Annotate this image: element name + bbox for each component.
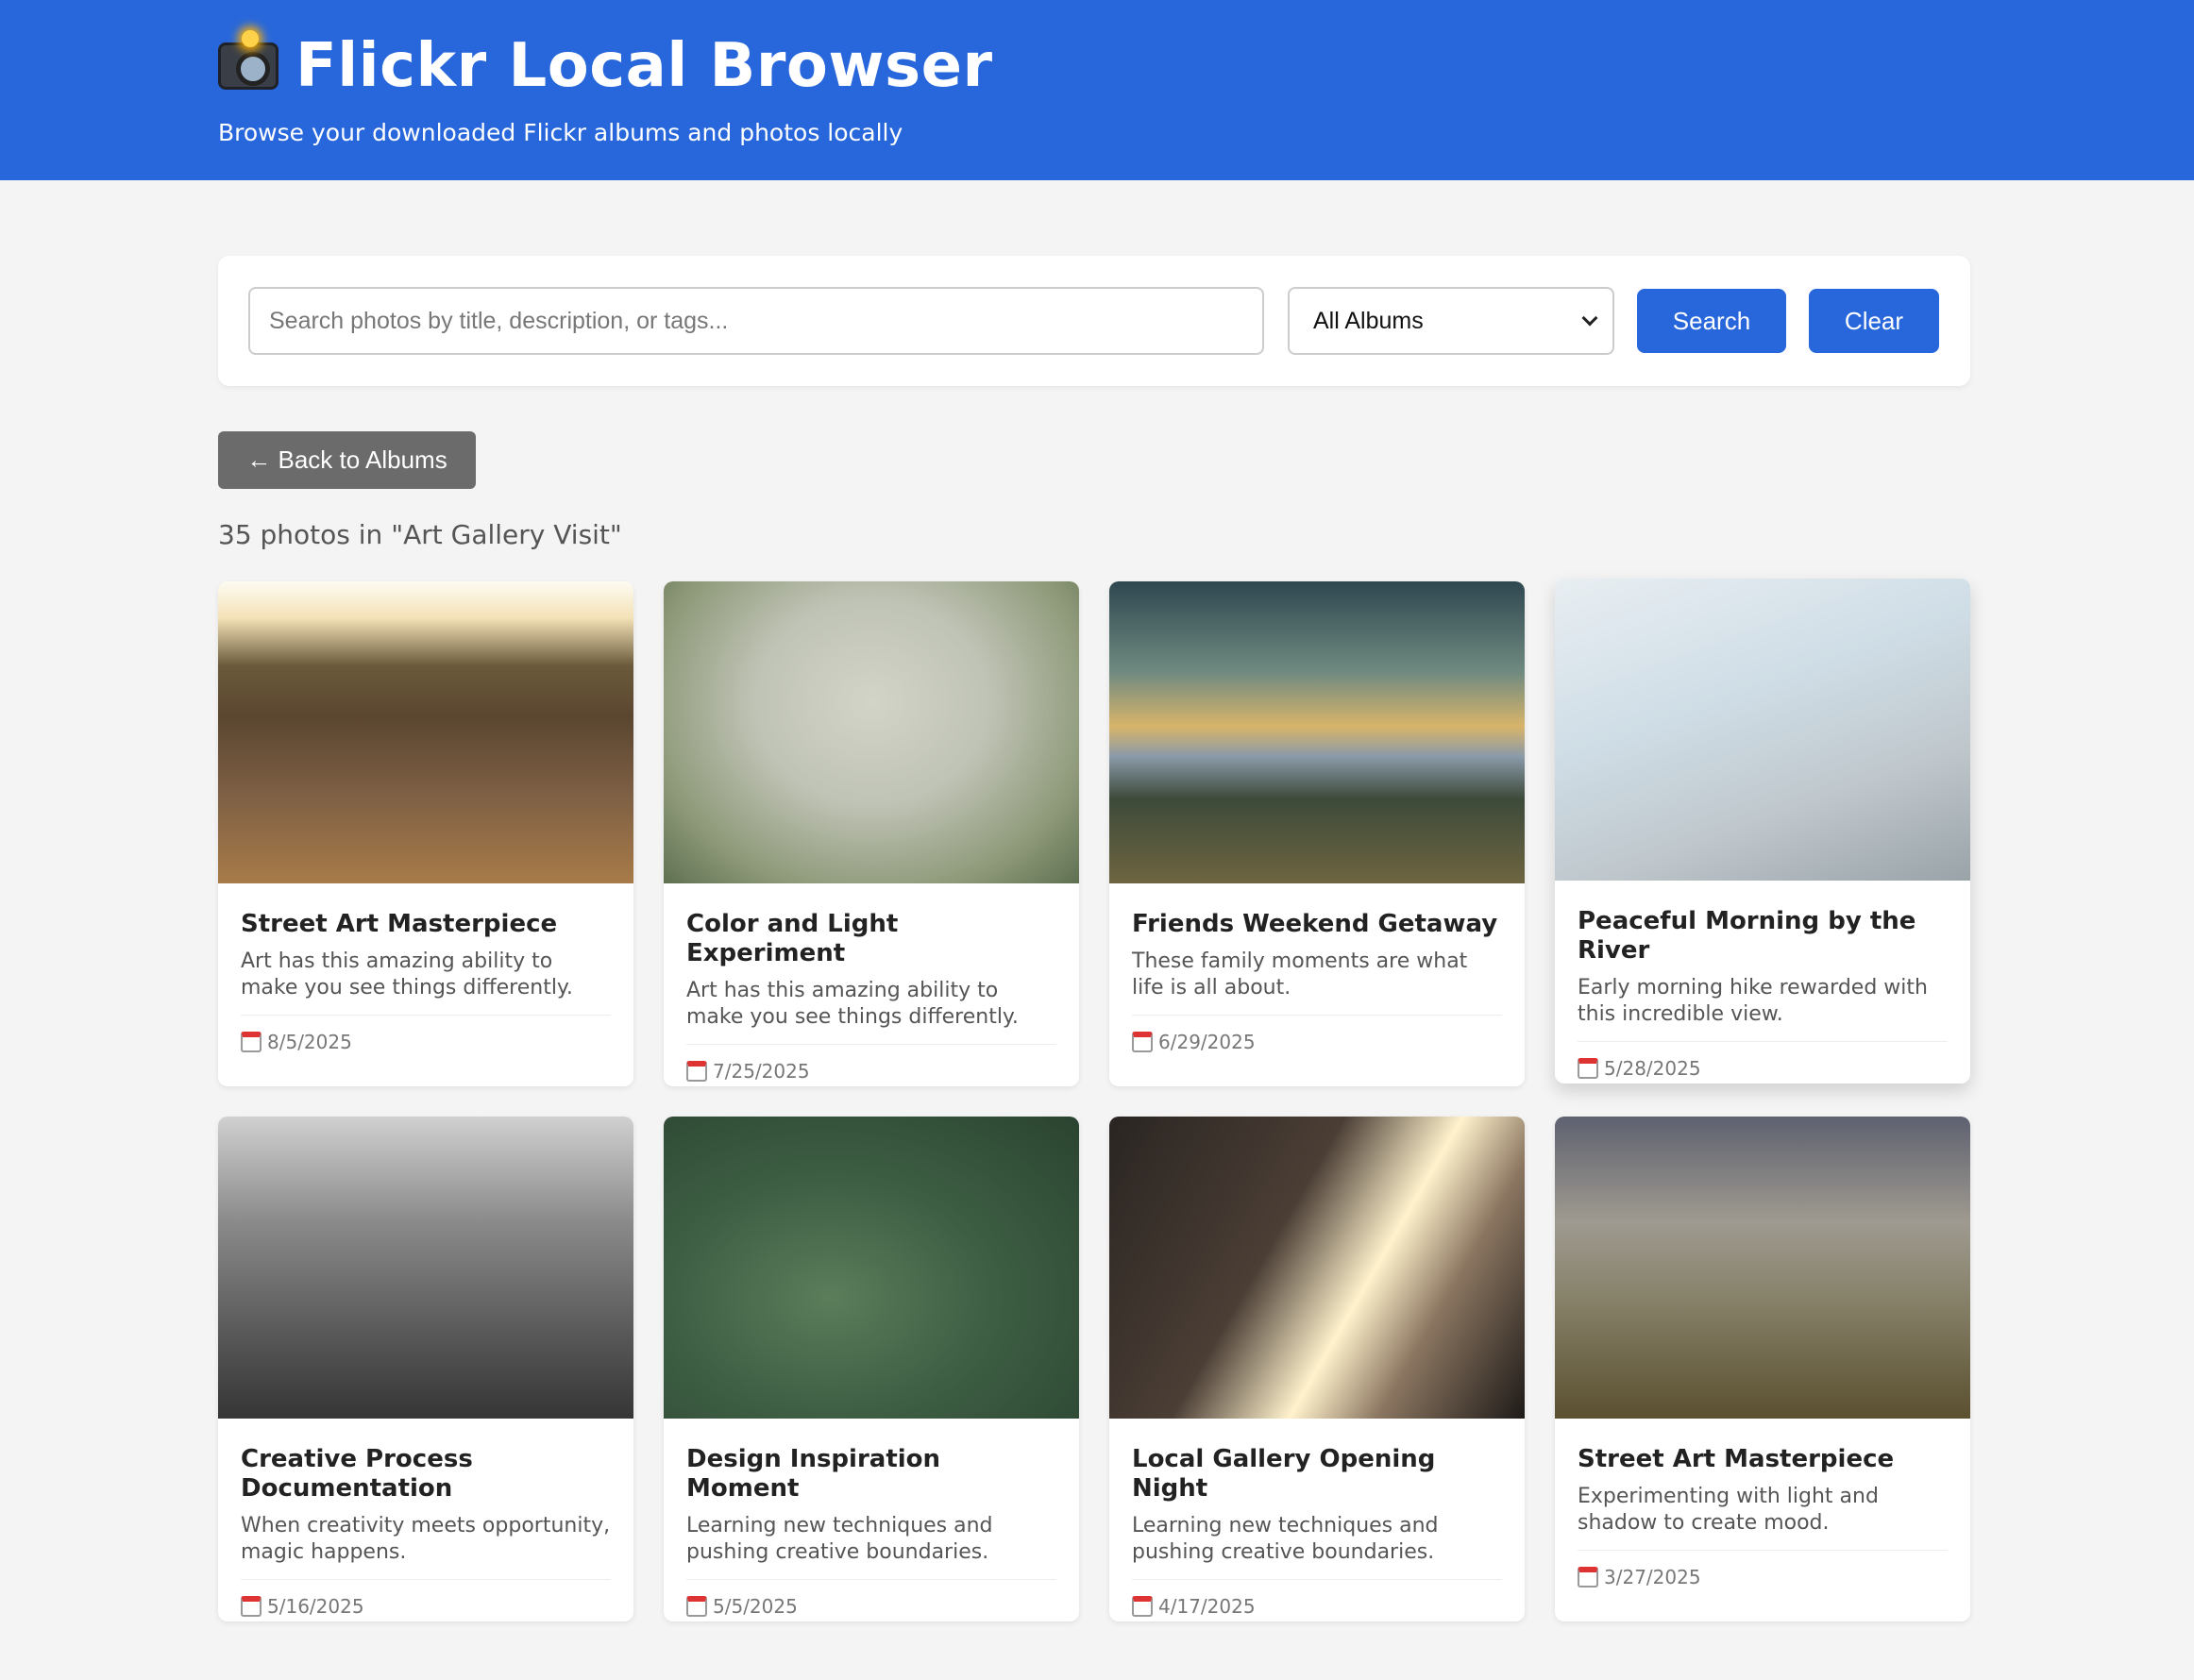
photo-title: Design Inspiration Moment xyxy=(686,1445,941,1503)
photo-date-text: 4/17/2025 xyxy=(1158,1595,1256,1618)
photo-title: Local Gallery Opening Night xyxy=(1132,1445,1436,1503)
photo-description: Learning new techniques and pushing crea… xyxy=(686,1513,1056,1580)
photo-description: Art has this amazing ability to make you… xyxy=(686,978,1056,1045)
photo-date: 5/28/2025 xyxy=(1578,1057,1948,1080)
photo-thumbnail[interactable] xyxy=(664,1117,1079,1419)
photo-card[interactable]: Design Inspiration Moment Learning new t… xyxy=(664,1117,1079,1621)
back-to-albums-button[interactable]: ← Back to Albums xyxy=(218,431,476,489)
photo-count-summary: 35 photos in "Art Gallery Visit" xyxy=(218,519,622,550)
calendar-icon xyxy=(1132,1596,1153,1617)
album-select-value: All Albums xyxy=(1313,307,1424,334)
photo-card[interactable]: Friends Weekend Getaway These family mom… xyxy=(1109,581,1525,1086)
calendar-icon xyxy=(1132,1032,1153,1052)
app-header: Flickr Local Browser Browse your downloa… xyxy=(0,0,2194,180)
photo-thumbnail[interactable] xyxy=(1555,579,1970,881)
app-title: Flickr Local Browser xyxy=(295,31,993,101)
calendar-icon xyxy=(1578,1058,1598,1079)
photo-date: 5/16/2025 xyxy=(241,1595,611,1618)
photo-date: 4/17/2025 xyxy=(1132,1595,1502,1618)
photo-card[interactable]: Street Art Masterpiece Art has this amaz… xyxy=(218,581,633,1086)
photo-date-text: 6/29/2025 xyxy=(1158,1031,1256,1053)
search-button[interactable]: Search xyxy=(1637,289,1786,353)
main-content: All Albums Search Clear ← Back to Albums… xyxy=(218,256,1970,1621)
photo-date: 7/25/2025 xyxy=(686,1060,1056,1083)
photo-date-text: 5/28/2025 xyxy=(1604,1057,1701,1080)
photo-description: When creativity meets opportunity, magic… xyxy=(241,1513,611,1580)
photo-title: Color and Light Experiment xyxy=(686,910,899,967)
album-select[interactable]: All Albums xyxy=(1288,287,1614,355)
calendar-icon xyxy=(241,1032,262,1052)
photo-grid: Street Art Masterpiece Art has this amaz… xyxy=(218,579,1970,1621)
photo-card[interactable]: Color and Light Experiment Art has this … xyxy=(664,581,1079,1086)
photo-card[interactable]: Local Gallery Opening Night Learning new… xyxy=(1109,1117,1525,1621)
photo-thumbnail[interactable] xyxy=(218,581,633,883)
photo-card[interactable]: Street Art Masterpiece Experimenting wit… xyxy=(1555,1117,1970,1621)
photo-description: Early morning hike rewarded with this in… xyxy=(1578,975,1948,1042)
photo-date-text: 7/25/2025 xyxy=(713,1060,810,1083)
photo-date-text: 8/5/2025 xyxy=(267,1031,352,1053)
chevron-down-icon xyxy=(1581,310,1598,327)
photo-thumbnail[interactable] xyxy=(1555,1117,1970,1419)
photo-card[interactable]: Peaceful Morning by the River Early morn… xyxy=(1555,579,1970,1084)
photo-date: 6/29/2025 xyxy=(1132,1031,1502,1053)
search-panel: All Albums Search Clear xyxy=(218,256,1970,386)
photo-date-text: 5/16/2025 xyxy=(267,1595,364,1618)
photo-date-text: 5/5/2025 xyxy=(713,1595,798,1618)
search-input[interactable] xyxy=(248,287,1264,355)
clear-button[interactable]: Clear xyxy=(1809,289,1939,353)
photo-title: Street Art Masterpiece xyxy=(241,910,558,938)
photo-title: Street Art Masterpiece xyxy=(1578,1445,1895,1473)
photo-description: Experimenting with light and shadow to c… xyxy=(1578,1484,1948,1551)
photo-thumbnail[interactable] xyxy=(218,1117,633,1419)
photo-thumbnail[interactable] xyxy=(1109,1117,1525,1419)
photo-title: Friends Weekend Getaway xyxy=(1132,910,1498,938)
calendar-icon xyxy=(241,1596,262,1617)
photo-description: Art has this amazing ability to make you… xyxy=(241,949,611,1016)
calendar-icon xyxy=(686,1596,707,1617)
photo-thumbnail[interactable] xyxy=(664,581,1079,883)
photo-card[interactable]: Creative Process Documentation When crea… xyxy=(218,1117,633,1621)
header-title-row: Flickr Local Browser xyxy=(218,0,2194,104)
calendar-icon xyxy=(686,1061,707,1082)
calendar-icon xyxy=(1578,1567,1598,1588)
photo-date: 8/5/2025 xyxy=(241,1031,611,1053)
photo-thumbnail[interactable] xyxy=(1109,581,1525,883)
photo-date: 5/5/2025 xyxy=(686,1595,1056,1618)
photo-date: 3/27/2025 xyxy=(1578,1566,1948,1588)
photo-description: Learning new techniques and pushing crea… xyxy=(1132,1513,1502,1580)
photo-date-text: 3/27/2025 xyxy=(1604,1566,1701,1588)
photo-description: These family moments are what life is al… xyxy=(1132,949,1502,1016)
photo-title: Peaceful Morning by the River xyxy=(1578,907,1916,965)
photo-title: Creative Process Documentation xyxy=(241,1445,473,1503)
app-subtitle: Browse your downloaded Flickr albums and… xyxy=(218,119,903,146)
camera-flash-icon xyxy=(218,30,278,90)
